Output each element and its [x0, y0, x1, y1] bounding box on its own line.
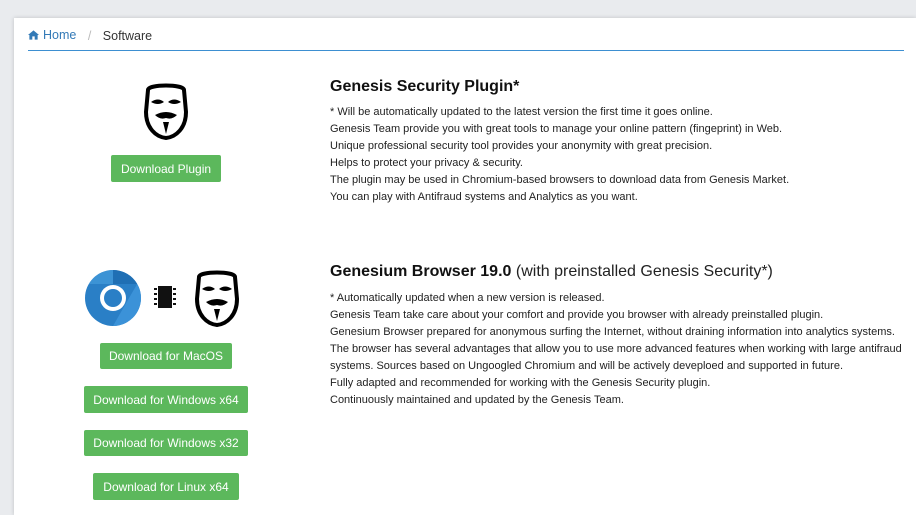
- breadcrumb-home-link[interactable]: Home: [28, 26, 76, 44]
- plugin-title: Genesis Security Plugin*: [330, 78, 520, 95]
- breadcrumb-home-label[interactable]: Home: [43, 26, 76, 44]
- plugin-description-line: Unique professional security tool provid…: [330, 140, 713, 152]
- plugin-description-line: * Will be automatically updated to the l…: [330, 106, 713, 118]
- browser-description-line: Fully adapted and recommended for workin…: [330, 377, 711, 389]
- plugin-description-line: Genesis Team provide you with great tool…: [330, 123, 783, 135]
- browser-title: Genesium Browser 19.0 (with preinstalled…: [330, 263, 773, 281]
- anonymous-mask-icon: [194, 270, 240, 327]
- download-plugin-button[interactable]: Download Plugin: [111, 155, 221, 182]
- content-panel: Home / Software Download Plugin Genesis …: [14, 18, 916, 515]
- plugin-description-line: Helps to protect your privacy & security…: [330, 157, 523, 169]
- browser-description: * Automatically updated when a new versi…: [330, 290, 908, 409]
- download-windows-x32-button[interactable]: Download for Windows x32: [84, 430, 248, 456]
- home-icon: [28, 30, 39, 40]
- browser-title-suffix: (with preinstalled Genesis Security*): [515, 263, 773, 280]
- plugin-description: * Will be automatically updated to the l…: [330, 104, 900, 206]
- anonymous-mask-icon: [143, 83, 189, 140]
- plugin-description-line: You can play with Antifraud systems and …: [330, 191, 638, 203]
- breadcrumb-separator: /: [87, 29, 92, 43]
- chromium-logo-icon: [85, 270, 141, 326]
- browser-description-line: * Automatically updated when a new versi…: [330, 292, 605, 304]
- download-linux-x64-button[interactable]: Download for Linux x64: [93, 473, 239, 500]
- browser-title-main: Genesium Browser 19.0: [330, 263, 512, 280]
- breadcrumb-current: Software: [102, 29, 153, 43]
- breadcrumb: Home / Software: [28, 26, 904, 51]
- browser-description-line: Continuously maintained and updated by t…: [330, 394, 624, 406]
- browser-description-line: Genesis Team take care about your comfor…: [330, 309, 824, 321]
- plugin-description-line: The plugin may be used in Chromium-based…: [330, 174, 790, 186]
- download-windows-x64-button[interactable]: Download for Windows x64: [84, 386, 248, 413]
- chip-icon: [154, 286, 176, 308]
- browser-description-line: Genesium Browser prepared for anonymous …: [330, 326, 902, 372]
- download-macos-button[interactable]: Download for MacOS: [100, 343, 232, 369]
